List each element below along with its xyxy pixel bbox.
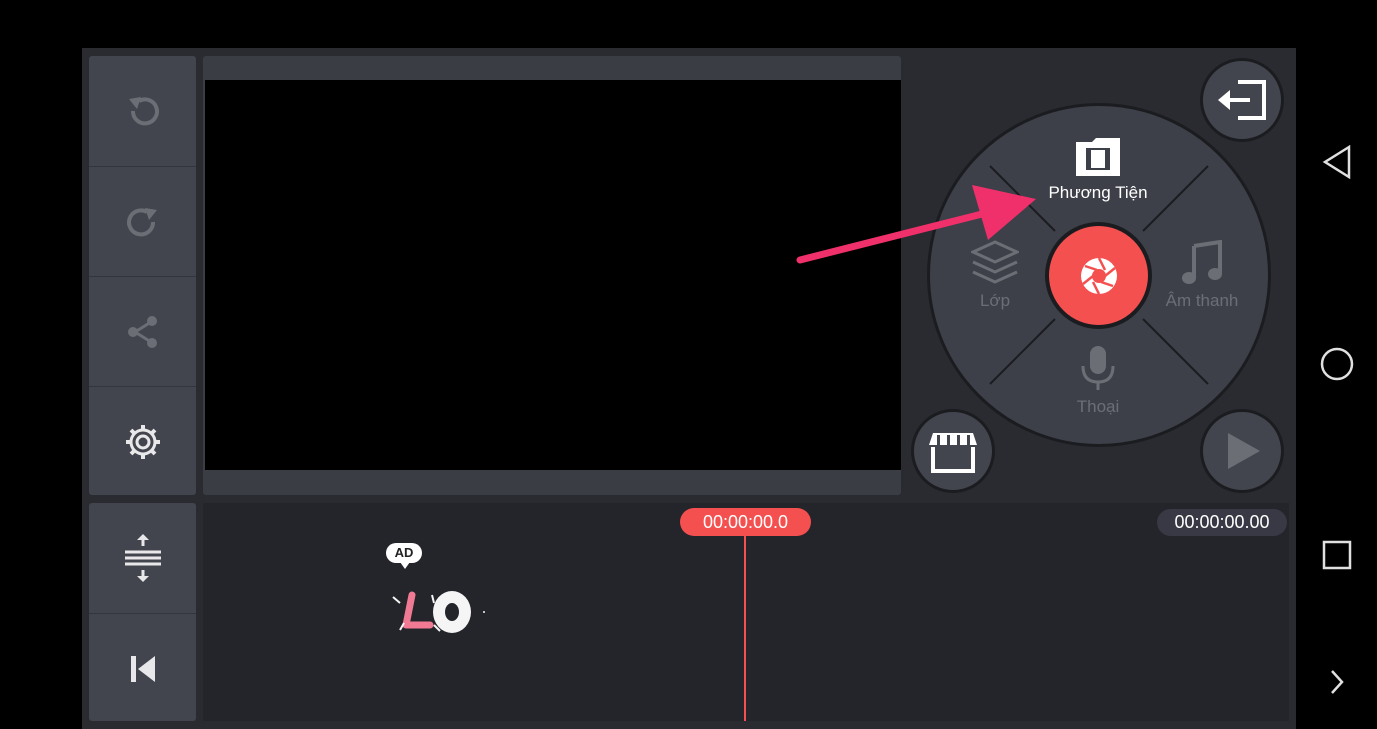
back-triangle-icon	[1322, 145, 1351, 179]
playhead[interactable]	[744, 536, 746, 721]
nav-recents-button[interactable]	[1315, 533, 1359, 577]
total-time-label: 00:00:00.00	[1157, 509, 1287, 536]
nav-home-button[interactable]	[1315, 342, 1359, 386]
ad-logo-image[interactable]	[388, 585, 488, 643]
home-circle-icon	[1320, 347, 1354, 381]
recents-square-icon	[1322, 540, 1352, 570]
nav-expand-button[interactable]	[1315, 660, 1359, 704]
ad-badge: AD	[386, 543, 422, 569]
nav-back-button[interactable]	[1315, 140, 1359, 184]
chevron-right-icon	[1331, 670, 1344, 694]
current-time-label: 00:00:00.0	[680, 508, 811, 536]
